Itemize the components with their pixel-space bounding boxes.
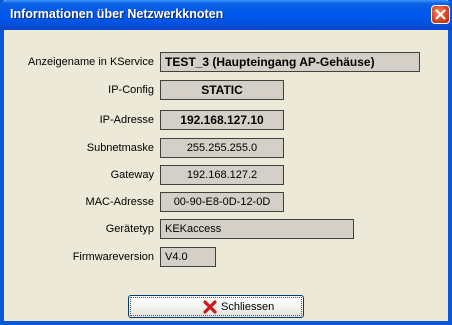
firmwareversion-label: Firmwareversion (72, 251, 154, 263)
mac-adresse-value: 00-90-E8-0D-12-0D (160, 192, 284, 212)
title-bar[interactable]: Informationen über Netzwerkknoten (0, 0, 452, 30)
row-ip-adresse: IP-Adresse 192.168.127.10 (4, 110, 448, 132)
row-subnetmaske: Subnetmaske 255.255.255.0 (4, 138, 448, 160)
ip-adresse-label: IP-Adresse (99, 114, 154, 126)
ip-adresse-value: 192.168.127.10 (160, 110, 284, 130)
gateway-value: 192.168.127.2 (160, 165, 284, 185)
geraetetyp-value: KEKaccess (160, 219, 354, 239)
row-ip-config: IP-Config STATIC (4, 80, 448, 102)
row-geraetetyp: Gerätetyp KEKaccess (4, 219, 448, 241)
dialog-window: Informationen über Netzwerkknoten Anzeig… (0, 0, 452, 325)
gateway-label: Gateway (110, 169, 154, 181)
geraetetyp-label: Gerätetyp (105, 223, 154, 235)
ip-config-label: IP-Config (108, 84, 154, 96)
firmwareversion-value: V4.0 (160, 247, 216, 267)
row-anzeigename: Anzeigename in KService TEST_3 (Hauptein… (4, 52, 448, 74)
row-firmwareversion: Firmwareversion V4.0 (4, 247, 448, 269)
close-icon (435, 9, 446, 20)
close-x-icon (203, 300, 217, 314)
subnetmaske-value: 255.255.255.0 (160, 138, 284, 158)
schliessen-label: Schliessen (221, 301, 275, 313)
mac-adresse-label: MAC-Adresse (85, 196, 154, 208)
anzeigename-value: TEST_3 (Haupteingang AP-Gehäuse) (160, 52, 420, 72)
row-gateway: Gateway 192.168.127.2 (4, 165, 448, 187)
anzeigename-label: Anzeigename in KService (28, 56, 154, 68)
schliessen-button[interactable]: Schliessen (128, 295, 304, 318)
ip-config-value: STATIC (160, 80, 284, 100)
row-mac-adresse: MAC-Adresse 00-90-E8-0D-12-0D (4, 192, 448, 214)
close-button[interactable] (431, 5, 450, 24)
window-title: Informationen über Netzwerkknoten (10, 7, 224, 21)
subnetmaske-label: Subnetmaske (86, 142, 154, 154)
